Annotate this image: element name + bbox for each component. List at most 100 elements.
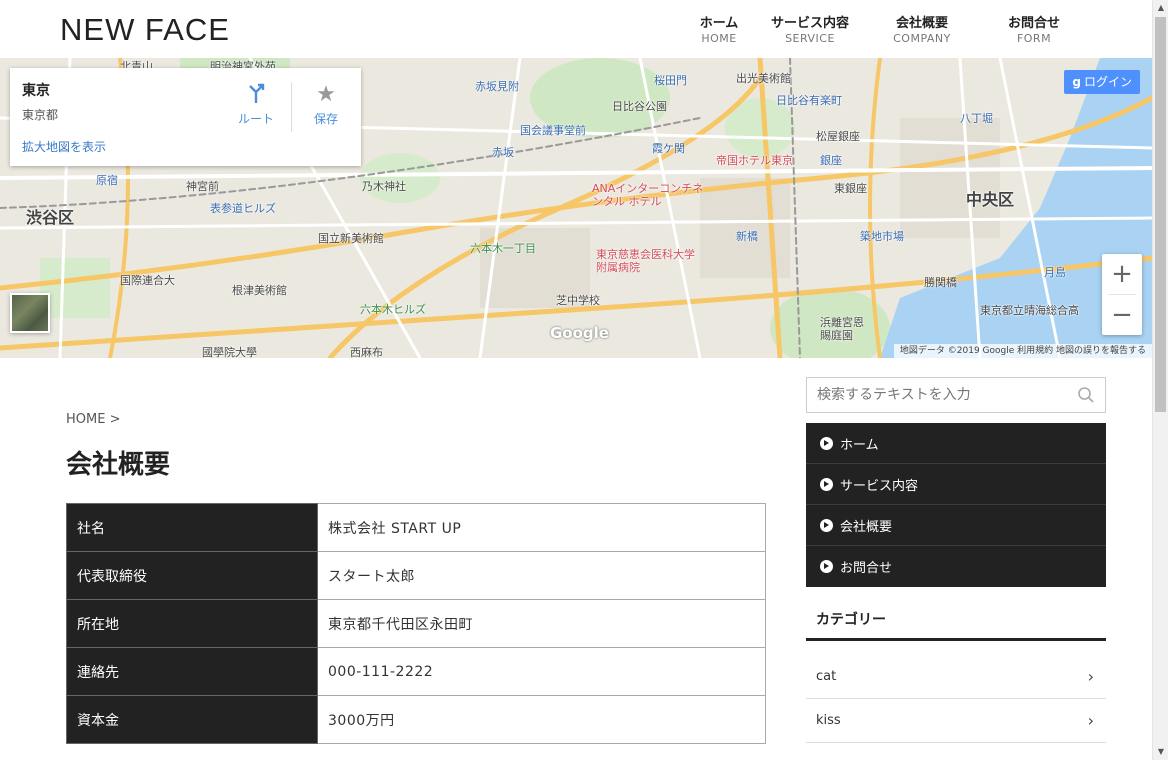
map-label-tsukiji: 築地市場 xyxy=(860,230,904,243)
map-label-harumi: 東京都立晴海総合高 xyxy=(980,304,1079,317)
map-label-tsukishima: 月島 xyxy=(1044,266,1066,279)
map-label-kokkai: 国会議事堂前 xyxy=(520,124,586,137)
sidebar-item-service[interactable]: サービス内容 xyxy=(806,464,1106,505)
map-label-harajuku: 原宿 xyxy=(96,174,118,187)
arrow-circle-icon xyxy=(820,518,833,532)
map-label-kachidoki: 勝関橋 xyxy=(924,276,957,289)
embedded-map[interactable]: 渋谷区 中央区 北青山 明治神宮外苑 赤坂見附 日比谷公園 国会議事堂前 赤坂 … xyxy=(0,58,1152,358)
table-row: 代表取締役 スタート太郎 xyxy=(66,551,766,600)
search-icon[interactable] xyxy=(1077,386,1095,404)
map-label-roppongi1: 六本木一丁目 xyxy=(470,242,536,255)
sidebar-item-label: サービス内容 xyxy=(840,478,919,494)
category-item-cat[interactable]: cat › xyxy=(806,655,1106,699)
nav-home-sublabel: HOME xyxy=(701,32,737,45)
company-info-table: 社名 株式会社 START UP 代表取締役 スタート太郎 所在地 東京都千代田… xyxy=(66,503,766,744)
page-scrollbar[interactable]: ▲ ▼ xyxy=(1152,0,1168,760)
map-label-ana: ANAインターコンチネンタル ホテル xyxy=(592,182,704,208)
map-label-hibiya: 日比谷公園 xyxy=(612,100,667,113)
sidebar-item-label: お問合せ xyxy=(840,561,893,576)
site-header: NEW FACE ホーム HOME サービス内容 SERVICE 会社概要 CO… xyxy=(0,0,1152,58)
arrow-circle-icon xyxy=(820,560,833,573)
row-value: スタート太郎 xyxy=(317,551,766,600)
star-icon: ★ xyxy=(316,82,336,107)
nav-form-label: お問合せ xyxy=(1007,16,1060,31)
zoom-out-button[interactable]: − xyxy=(1102,295,1142,335)
row-key: 所在地 xyxy=(66,599,318,648)
map-label-idemitsu: 出光美術館 xyxy=(736,72,791,85)
nav-home[interactable]: ホーム HOME xyxy=(684,12,754,45)
scrollbar-thumb[interactable] xyxy=(1155,17,1166,412)
global-nav: ホーム HOME サービス内容 SERVICE 会社概要 COMPANY お問合… xyxy=(684,12,1090,45)
save-label: 保存 xyxy=(313,112,338,126)
route-button[interactable]: ルート xyxy=(226,82,286,127)
search-input[interactable] xyxy=(807,378,1067,412)
nav-service-label: サービス内容 xyxy=(770,16,849,31)
satellite-toggle[interactable] xyxy=(10,293,50,333)
sidebar-item-home[interactable]: ホーム xyxy=(806,423,1106,464)
category-divider xyxy=(806,638,1106,641)
row-key: 連絡先 xyxy=(66,647,318,696)
map-label-kokugakuin: 國學院大學 xyxy=(202,346,257,358)
map-label-jikei: 東京慈恵会医科大学附属病院 xyxy=(596,248,695,274)
map-label-omotesando: 表参道ヒルズ xyxy=(210,202,276,215)
map-label-hatchobori: 八丁堀 xyxy=(960,112,993,125)
table-row: 資本金 3000万円 xyxy=(66,695,766,744)
nav-company[interactable]: 会社概要 COMPANY xyxy=(866,12,978,45)
map-label-kasumigaseki: 霞ケ関 xyxy=(652,142,685,155)
sidebar-item-company[interactable]: 会社概要 xyxy=(806,505,1106,546)
save-button[interactable]: ★ 保存 xyxy=(296,82,356,127)
row-key: 資本金 xyxy=(66,695,318,744)
table-row: 所在地 東京都千代田区永田町 xyxy=(66,599,766,648)
category-item-kiss[interactable]: kiss › xyxy=(806,699,1106,743)
map-attribution[interactable]: 地図データ ©2019 Google 利用規約 地図の誤りを報告する xyxy=(893,344,1152,358)
nav-service[interactable]: サービス内容 SERVICE xyxy=(754,12,866,45)
enlarge-map-link[interactable]: 拡大地図を表示 xyxy=(22,138,106,155)
sidebar-search xyxy=(806,377,1106,413)
scroll-down-icon[interactable]: ▼ xyxy=(1153,744,1168,760)
row-value: 3000万円 xyxy=(317,695,766,744)
map-label-hamarikyu: 浜離宮恩賜庭園 xyxy=(820,316,864,342)
arrow-circle-icon xyxy=(820,477,833,491)
map-label-azabu: 西麻布 xyxy=(350,346,383,358)
category-heading: カテゴリー xyxy=(816,612,886,628)
chevron-right-icon: › xyxy=(1087,711,1094,730)
category-label: cat xyxy=(816,669,837,684)
card-divider xyxy=(291,82,292,132)
map-label-akasaka: 赤坂 xyxy=(492,146,514,159)
map-label-shinbashi: 新橋 xyxy=(736,230,758,243)
map-label-ginza: 銀座 xyxy=(820,154,842,167)
row-value: 株式会社 START UP xyxy=(317,503,766,552)
sidebar-item-label: ホーム xyxy=(840,437,879,453)
zoom-in-button[interactable]: + xyxy=(1102,254,1142,294)
table-row: 社名 株式会社 START UP xyxy=(66,503,766,552)
map-label-nogizaka: 乃木神社 xyxy=(362,180,406,193)
nav-form[interactable]: お問合せ FORM xyxy=(978,12,1090,45)
map-label-kokusai: 国際連合大 xyxy=(120,274,175,287)
map-label-teikoku: 帝国ホテル東京 xyxy=(716,154,793,167)
sidebar-item-form[interactable]: お問合せ xyxy=(806,546,1106,587)
page-title: 会社概要 xyxy=(66,450,171,480)
sidebar-menu: ホーム サービス内容 会社概要 お問合せ xyxy=(806,423,1106,587)
scroll-up-icon[interactable]: ▲ xyxy=(1153,0,1168,16)
row-key: 社名 xyxy=(66,503,318,552)
row-value: 000-111-2222 xyxy=(317,647,766,696)
nav-company-label: 会社概要 xyxy=(895,16,948,31)
map-place-title: 東京 xyxy=(22,83,50,99)
category-list: cat › kiss › xyxy=(806,655,1106,743)
google-logo: Google xyxy=(550,324,609,342)
route-label: ルート xyxy=(237,112,274,126)
site-logo[interactable]: NEW FACE xyxy=(60,12,230,48)
map-label-roppongi: 六本木ヒルズ xyxy=(360,303,426,316)
map-label-shibuya: 渋谷区 xyxy=(26,208,75,227)
map-label-shiba: 芝中学校 xyxy=(556,294,600,307)
table-row: 連絡先 000-111-2222 xyxy=(66,647,766,696)
nav-home-label: ホーム xyxy=(699,16,739,31)
map-label-matsuya: 松屋銀座 xyxy=(816,130,860,143)
map-label-jingumae: 神宮前 xyxy=(186,180,219,193)
map-label-akasakamitsuke: 赤坂見附 xyxy=(475,80,519,93)
breadcrumb[interactable]: HOME > xyxy=(66,412,120,427)
map-label-kokuritsu: 国立新美術館 xyxy=(318,232,384,245)
map-login-button[interactable]: g ログイン xyxy=(1064,70,1140,94)
sidebar-item-label: 会社概要 xyxy=(840,519,893,535)
map-place-subtitle: 東京都 xyxy=(22,108,59,122)
